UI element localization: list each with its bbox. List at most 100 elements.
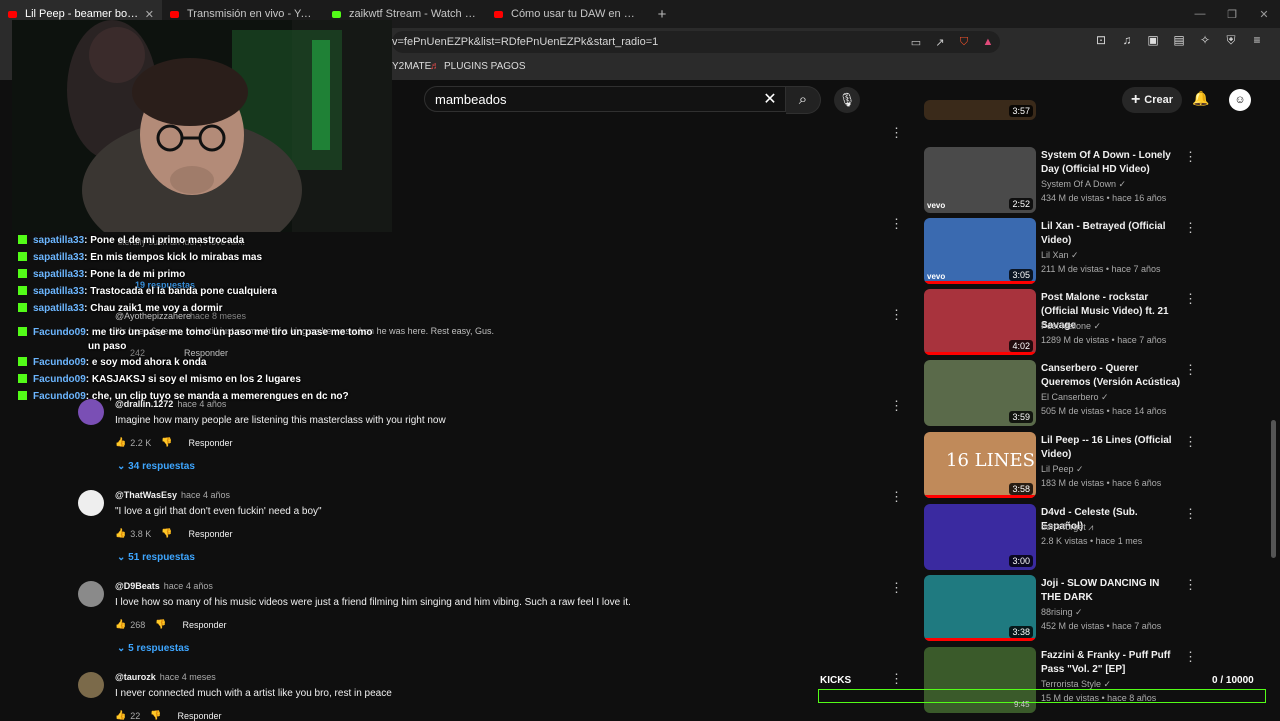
more-options-icon[interactable]: ⋮ <box>1184 149 1197 165</box>
channel-name[interactable]: 88rising ✓ <box>1041 607 1083 618</box>
more-options-icon[interactable]: ⋮ <box>1184 291 1197 307</box>
extensions-icon[interactable]: ✧ <box>1192 33 1218 48</box>
avatar[interactable] <box>78 399 104 425</box>
reply-button[interactable]: Responder <box>177 711 221 721</box>
video-thumbnail[interactable]: vevo 3:05 <box>924 218 1036 284</box>
video-thumbnail[interactable]: 3:59 <box>924 360 1036 426</box>
replies-toggle[interactable]: ⌄ 34 respuestas <box>117 461 195 472</box>
video-title[interactable]: System Of A Down - Lonely Day (Official … <box>1041 149 1181 177</box>
related-video[interactable]: 3:57 <box>924 100 1204 120</box>
channel-name[interactable]: System Of A Down ✓ <box>1041 179 1126 190</box>
dislike-icon[interactable]: 👎 <box>150 710 161 721</box>
search-input[interactable]: mambeados <box>435 92 755 107</box>
new-tab-button[interactable]: + <box>648 6 676 23</box>
video-title[interactable]: Lil Peep -- 16 Lines (Official Video) <box>1041 434 1181 462</box>
avatar[interactable] <box>78 490 104 516</box>
account-avatar[interactable]: ☺ <box>1229 89 1251 111</box>
channel-label: Post Malone <box>1041 321 1092 331</box>
close-window-icon[interactable]: ✕ <box>1248 8 1280 21</box>
comment-author[interactable]: @drallin.1272 <box>115 399 173 409</box>
avatar[interactable] <box>78 672 104 698</box>
close-icon[interactable]: ✕ <box>145 8 154 21</box>
like-icon[interactable]: 👍 <box>115 437 126 448</box>
channel-name[interactable]: Lil Xan ✓ <box>1041 250 1079 261</box>
channel-name[interactable]: don't forget ⩘ <box>1041 522 1093 533</box>
video-thumbnail[interactable]: 3:57 <box>924 100 1036 120</box>
brave-shield-icon[interactable]: ⛉ <box>952 36 976 49</box>
more-options-icon[interactable]: ⋮ <box>890 307 903 323</box>
dislike-icon[interactable]: 👎 <box>155 619 166 630</box>
url-bar[interactable]: v=fePnUenEZPk&list=RDfePnUenEZPk&start_r… <box>392 31 1000 53</box>
more-options-icon[interactable]: ⋮ <box>1184 506 1197 522</box>
video-thumbnail[interactable]: vevo 2:52 <box>924 147 1036 213</box>
vpn-icon[interactable]: ⛨ <box>1218 33 1244 48</box>
comment-text: "I love a girl that don't even fuckin' n… <box>115 506 322 517</box>
media-icon[interactable]: ♫ <box>1114 33 1140 48</box>
comment-author[interactable]: @taurozk <box>115 672 156 682</box>
tab-daw-zoom[interactable]: Cómo usar tu DAW en Zoom / Meet <box>486 0 648 28</box>
comment-author[interactable]: @D9Beats <box>115 581 160 591</box>
related-video[interactable]: 3:00 D4vd - Celeste (Sub. Español) don't… <box>924 504 1204 570</box>
related-video[interactable]: vevo 3:05 Lil Xan - Betrayed (Official V… <box>924 218 1204 284</box>
voice-search-button[interactable]: 🎙 <box>834 87 860 113</box>
more-options-icon[interactable]: ⋮ <box>1184 577 1197 593</box>
menu-icon[interactable]: ≡ <box>1244 33 1270 48</box>
channel-name[interactable]: Post Malone ✓ <box>1041 321 1101 332</box>
related-video[interactable]: vevo 2:52 System Of A Down - Lonely Day … <box>924 147 1204 213</box>
rewards-icon[interactable]: ▲ <box>976 36 1000 48</box>
more-options-icon[interactable]: ⋮ <box>890 398 903 414</box>
related-video[interactable]: 3:38 Joji - SLOW DANCING IN THE DARK 88r… <box>924 575 1204 641</box>
related-video[interactable]: 4:02 Post Malone - rockstar (Official Mu… <box>924 289 1204 355</box>
search-button[interactable]: ⌕ <box>786 86 821 114</box>
more-options-icon[interactable]: ⋮ <box>890 580 903 596</box>
reply-button[interactable]: Responder <box>188 438 232 448</box>
video-meta: 1289 M de vistas • hace 7 años <box>1041 335 1167 345</box>
video-title[interactable]: Lil Xan - Betrayed (Official Video) <box>1041 220 1181 248</box>
cast-icon[interactable]: ▭ <box>904 36 928 49</box>
reply-button[interactable]: Responder <box>188 529 232 539</box>
video-thumbnail[interactable]: 4:02 <box>924 289 1036 355</box>
dislike-icon[interactable]: 👎 <box>161 437 172 448</box>
replies-toggle[interactable]: ⌄ 51 respuestas <box>117 552 195 563</box>
avatar[interactable] <box>78 581 104 607</box>
comment-author[interactable]: @ThatWasEsy <box>115 490 177 500</box>
chat-message: Facundo09: KASJAKSJ si soy el mismo en l… <box>18 374 301 385</box>
channel-name[interactable]: Lil Peep ✓ <box>1041 464 1084 475</box>
bookmark-plugins[interactable]: PLUGINS PAGOS <box>444 61 526 72</box>
restore-icon[interactable]: ❐ <box>1216 8 1248 21</box>
scrollbar-thumb[interactable] <box>1271 420 1276 558</box>
related-video[interactable]: 16 LINES 3:58 Lil Peep -- 16 Lines (Offi… <box>924 432 1204 498</box>
more-options-icon[interactable]: ⋮ <box>1184 362 1197 378</box>
more-options-icon[interactable]: ⋮ <box>890 125 903 141</box>
channel-name[interactable]: El Canserbero ✓ <box>1041 392 1109 403</box>
reply-button[interactable]: Responder <box>182 620 226 630</box>
more-options-icon[interactable]: ⋮ <box>890 216 903 232</box>
video-thumbnail[interactable]: 3:00 <box>924 504 1036 570</box>
wallet-icon[interactable]: ▤ <box>1166 33 1192 48</box>
video-title[interactable]: Canserbero - Querer Queremos (Versión Ac… <box>1041 362 1181 390</box>
replies-toggle[interactable]: ⌄ 5 respuestas <box>117 643 189 654</box>
clear-search-icon[interactable]: ✕ <box>755 89 785 109</box>
video-thumbnail[interactable]: 3:38 <box>924 575 1036 641</box>
like-icon[interactable]: 👍 <box>115 710 126 721</box>
sidebar-icon[interactable]: ▣ <box>1140 33 1166 48</box>
search-box[interactable]: mambeados ✕ <box>424 86 786 112</box>
minimize-icon[interactable]: — <box>1184 8 1216 20</box>
related-video[interactable]: Fazzini & Franky - Puff Puff Pass "Vol. … <box>924 647 1204 713</box>
more-options-icon[interactable]: ⋮ <box>1184 220 1197 236</box>
share-icon[interactable]: ↗ <box>928 36 952 49</box>
video-title[interactable]: Fazzini & Franky - Puff Puff Pass "Vol. … <box>1041 649 1181 677</box>
dislike-icon[interactable]: 👎 <box>161 528 172 539</box>
screenshot-icon[interactable]: ⊡ <box>1088 33 1114 48</box>
like-icon[interactable]: 👍 <box>115 528 126 539</box>
video-meta: 2.8 K vistas • hace 1 mes <box>1041 536 1143 546</box>
like-icon[interactable]: 👍 <box>115 619 126 630</box>
more-options-icon[interactable]: ⋮ <box>890 671 903 687</box>
bookmark-y2mate[interactable]: Y2MATE <box>392 61 431 72</box>
more-options-icon[interactable]: ⋮ <box>1184 649 1197 665</box>
video-thumbnail[interactable]: 16 LINES 3:58 <box>924 432 1036 498</box>
related-video[interactable]: 3:59 Canserbero - Querer Queremos (Versi… <box>924 360 1204 426</box>
more-options-icon[interactable]: ⋮ <box>890 489 903 505</box>
more-options-icon[interactable]: ⋮ <box>1184 434 1197 450</box>
video-title[interactable]: Joji - SLOW DANCING IN THE DARK <box>1041 577 1181 605</box>
